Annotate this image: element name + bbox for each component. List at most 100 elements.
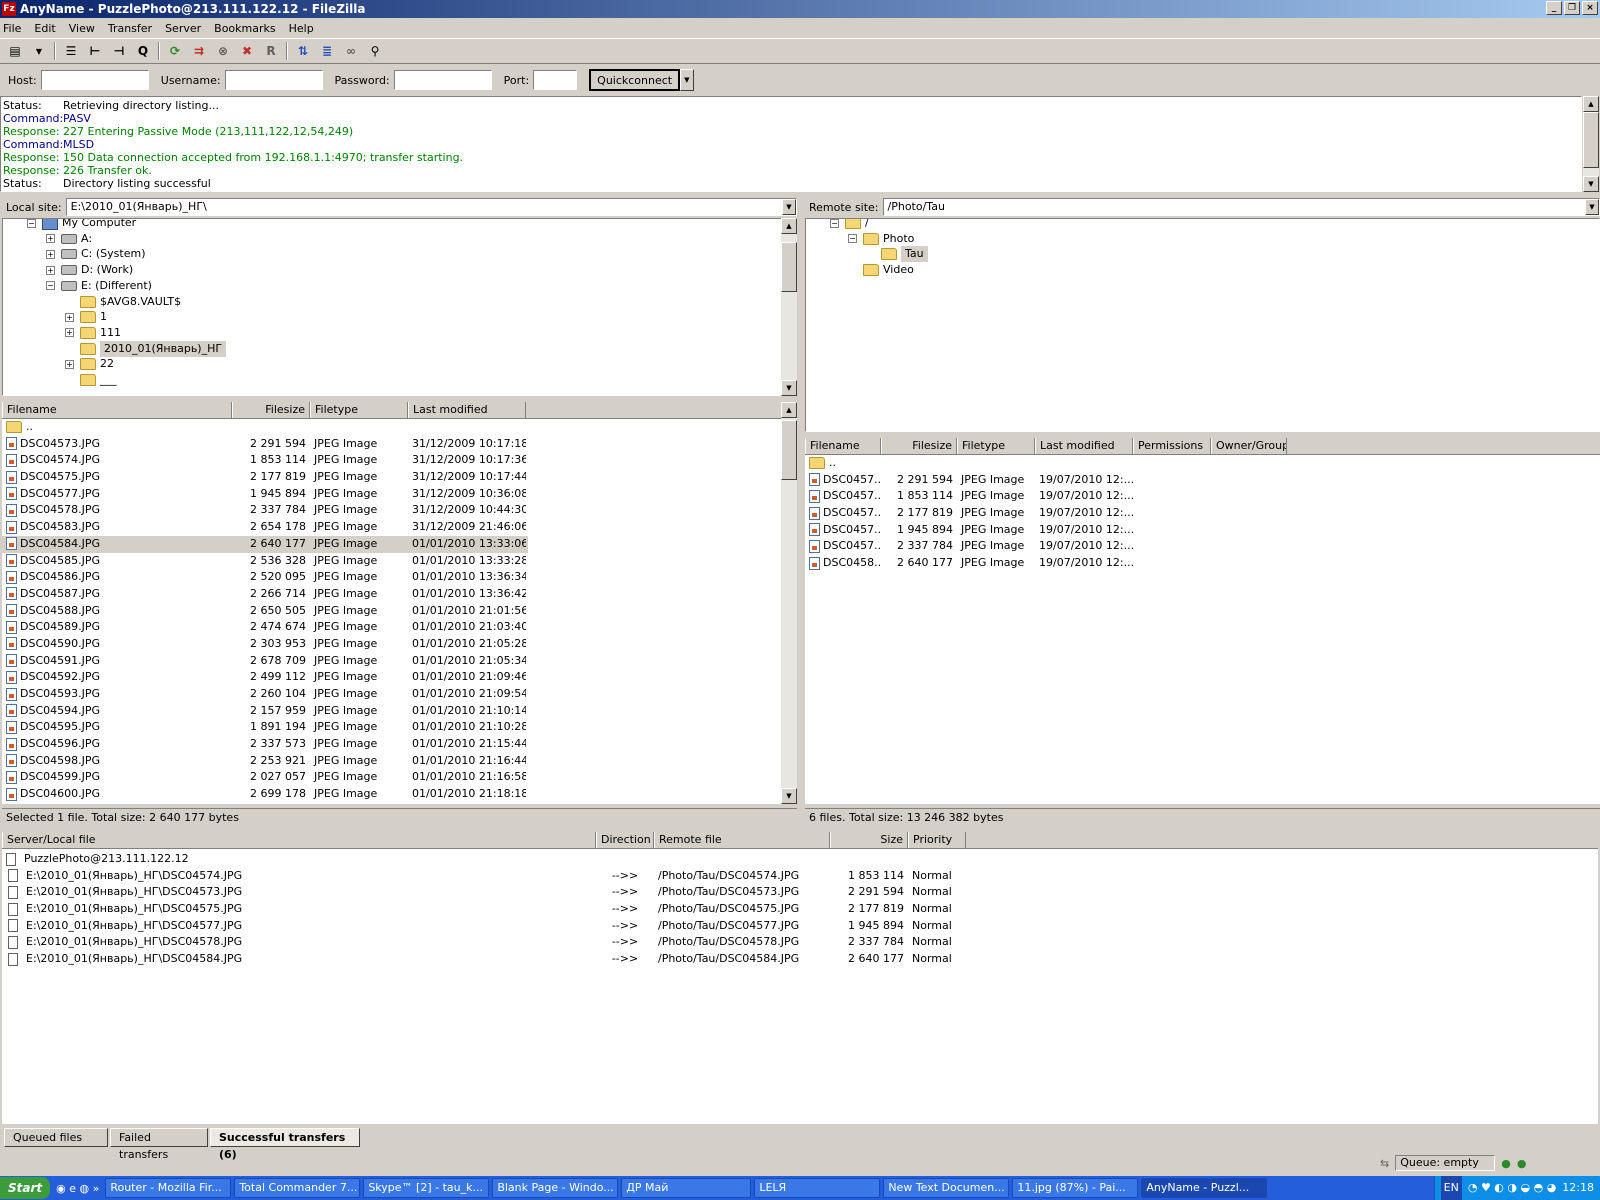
tree-node[interactable]: Video — [848, 262, 914, 278]
column-header-filetype[interactable]: Filetype — [957, 438, 1035, 454]
expand-icon[interactable]: + — [46, 234, 55, 244]
tab-queued[interactable]: Queued files — [4, 1128, 108, 1147]
expand-icon[interactable]: + — [65, 359, 74, 369]
queue-item[interactable]: E:\2010_01(Январь)_НГ\DSC04573.JPG -->> /P… — [2, 884, 1598, 901]
list-item[interactable]: DSC04588.JPG 2 650 505 JPEG Image 01/01/201… — [2, 603, 528, 620]
expand-icon[interactable]: − — [848, 234, 857, 244]
local-list-scrollbar[interactable]: ▲ ▼ — [781, 402, 797, 804]
list-item[interactable]: DSC04590.JPG 2 303 953 JPEG Image 01/01/201… — [2, 636, 528, 653]
toggle-remote-tree-icon[interactable]: ⊣ — [110, 42, 128, 60]
list-item[interactable]: DSC04573.JPG 2 291 594 JPEG Image 31/12/200… — [2, 436, 528, 453]
list-item[interactable]: DSC04577.JPG 1 945 894 JPEG Image 31/12/200… — [2, 486, 528, 503]
tree-node[interactable]: − E: (Different) — [46, 278, 152, 294]
menu-transfer[interactable]: Transfer — [108, 22, 152, 35]
column-header-last-modified[interactable]: Last modified — [408, 402, 526, 418]
list-item[interactable]: DSC0457... 2 337 784 JPEG Image 19/07/2010 … — [805, 538, 1600, 555]
restore-button[interactable]: ❐ — [1564, 1, 1580, 15]
toggle-local-tree-icon[interactable]: ⊢ — [86, 42, 104, 60]
taskbar-item[interactable]: ДР Май — [621, 1178, 752, 1198]
list-item[interactable]: DSC04600.JPG 2 699 178 JPEG Image 01/01/201… — [2, 786, 528, 803]
dropdown-icon[interactable]: ▼ — [30, 42, 48, 60]
expand-icon[interactable]: + — [65, 328, 74, 338]
taskbar-item[interactable]: Blank Page - Windo... — [492, 1178, 619, 1198]
tree-node[interactable]: − / — [830, 219, 869, 231]
tree-node[interactable]: +22 — [65, 356, 114, 372]
list-item[interactable]: .. — [2, 419, 528, 436]
tree-node[interactable]: − Photo — [848, 231, 914, 247]
tree-node[interactable]: + C: (System) — [46, 246, 146, 262]
column-header-priority[interactable]: Priority — [908, 832, 966, 848]
column-header-size[interactable]: Size — [830, 832, 908, 848]
tree-node[interactable]: +1 — [65, 309, 107, 325]
menu-help[interactable]: Help — [289, 22, 314, 35]
menu-edit[interactable]: Edit — [34, 22, 55, 35]
list-item[interactable]: DSC0457... 1 853 114 JPEG Image 19/07/2010 … — [805, 488, 1600, 505]
list-item[interactable]: DSC04599.JPG 2 027 057 JPEG Image 01/01/201… — [2, 769, 528, 786]
close-button[interactable]: × — [1582, 1, 1598, 15]
password-input[interactable] — [393, 70, 492, 90]
expand-icon[interactable]: + — [46, 249, 55, 259]
column-header-owner-group[interactable]: Owner/Group — [1211, 438, 1287, 454]
tree-node[interactable]: $AVG8.VAULT$ — [65, 294, 181, 310]
list-item[interactable]: DSC04598.JPG 2 253 921 JPEG Image 01/01/201… — [2, 753, 528, 770]
list-item[interactable]: DSC04596.JPG 2 337 573 JPEG Image 01/01/201… — [2, 736, 528, 753]
column-header-filename[interactable]: Filename — [2, 402, 232, 418]
local-path-input[interactable]: E:\2010_01(Январь)_НГ\ ▼ — [65, 198, 797, 216]
tree-node[interactable]: ___ — [65, 372, 117, 388]
list-item[interactable]: DSC04592.JPG 2 499 112 JPEG Image 01/01/201… — [2, 669, 528, 686]
tab-successful[interactable]: Successful transfers (6) — [210, 1128, 360, 1161]
remote-path-input[interactable]: /Photo/Tau ▼ — [882, 198, 1600, 216]
language-indicator[interactable]: EN — [1440, 1176, 1462, 1200]
local-path-dropdown-icon[interactable]: ▼ — [782, 199, 796, 215]
column-header-direction[interactable]: Direction — [596, 832, 654, 848]
list-item[interactable]: DSC0457... 1 945 894 JPEG Image 19/07/2010 … — [805, 522, 1600, 539]
tree-node[interactable]: − My Computer — [27, 219, 136, 231]
queue-item[interactable]: E:\2010_01(Январь)_НГ\DSC04574.JPG -->> /P… — [2, 868, 1598, 885]
site-manager-icon[interactable]: ▤ — [6, 42, 24, 60]
sync-browse-icon[interactable]: ∞ — [342, 42, 360, 60]
toggle-queue-icon[interactable]: Q — [134, 42, 152, 60]
list-item[interactable]: DSC04574.JPG 1 853 114 JPEG Image 31/12/200… — [2, 452, 528, 469]
log-scrollbar[interactable]: ▲ ▼ — [1583, 96, 1599, 192]
list-item[interactable]: DSC0457... 2 177 819 JPEG Image 19/07/2010 … — [805, 505, 1600, 522]
quickconnect-button[interactable]: Quickconnect — [589, 69, 681, 91]
quicklaunch-icon[interactable]: ◉ e ◍ » — [56, 1182, 99, 1195]
menu-view[interactable]: View — [69, 22, 95, 35]
tree-node[interactable]: + D: (Work) — [46, 262, 133, 278]
list-item[interactable]: DSC04589.JPG 2 474 674 JPEG Image 01/01/201… — [2, 619, 528, 636]
disconnect-icon[interactable]: ✖ — [238, 42, 256, 60]
taskbar-item[interactable]: Skype™ [2] - tau_k... — [363, 1178, 490, 1198]
remote-path-dropdown-icon[interactable]: ▼ — [1585, 199, 1599, 215]
tab-failed[interactable]: Failed transfers — [110, 1128, 208, 1161]
compare-icon[interactable]: ≣ — [318, 42, 336, 60]
expand-icon[interactable]: + — [65, 312, 74, 322]
list-item[interactable]: DSC04578.JPG 2 337 784 JPEG Image 31/12/200… — [2, 502, 528, 519]
queue-item[interactable]: E:\2010_01(Январь)_НГ\DSC04584.JPG -->> /P… — [2, 951, 1598, 968]
menu-bookmarks[interactable]: Bookmarks — [214, 22, 275, 35]
taskbar-item[interactable]: LELЯ — [754, 1178, 881, 1198]
column-header-filename[interactable]: Filename — [805, 438, 881, 454]
toggle-log-icon[interactable]: ☰ — [62, 42, 80, 60]
list-item[interactable]: DSC04593.JPG 2 260 104 JPEG Image 01/01/201… — [2, 686, 528, 703]
tray-icons[interactable]: ◔ ♥ ◐ ◑ ◒ ◓ ◕ — [1468, 1176, 1556, 1200]
tree-node[interactable]: Tau — [866, 246, 928, 263]
port-input[interactable] — [533, 70, 578, 90]
list-item[interactable]: DSC0457... 2 291 594 JPEG Image 19/07/2010 … — [805, 472, 1600, 489]
list-item[interactable]: DSC04583.JPG 2 654 178 JPEG Image 31/12/200… — [2, 519, 528, 536]
list-item[interactable]: DSC04586.JPG 2 520 095 JPEG Image 01/01/201… — [2, 569, 528, 586]
column-header-filesize[interactable]: Filesize — [881, 438, 957, 454]
tree-node[interactable]: + A: — [46, 231, 92, 247]
search-icon[interactable]: ⚲ — [366, 42, 384, 60]
start-button[interactable]: Start — [0, 1177, 51, 1199]
list-item[interactable]: DSC04585.JPG 2 536 328 JPEG Image 01/01/201… — [2, 553, 528, 570]
username-input[interactable] — [224, 70, 323, 90]
tree-node[interactable]: +111 — [65, 325, 121, 341]
local-tree-scrollbar[interactable]: ▲ ▼ — [781, 218, 797, 396]
list-item[interactable]: DSC04594.JPG 2 157 959 JPEG Image 01/01/201… — [2, 703, 528, 720]
list-item[interactable]: DSC04575.JPG 2 177 819 JPEG Image 31/12/200… — [2, 469, 528, 486]
queue-item[interactable]: E:\2010_01(Январь)_НГ\DSC04578.JPG -->> /P… — [2, 934, 1598, 951]
refresh-icon[interactable]: ⟳ — [166, 42, 184, 60]
list-item[interactable]: DSC0458... 2 640 177 JPEG Image 19/07/2010 … — [805, 555, 1600, 572]
tree-node[interactable]: 2010_01(Январь)_НГ — [65, 340, 227, 357]
list-item[interactable]: DSC04595.JPG 1 891 194 JPEG Image 01/01/201… — [2, 719, 528, 736]
